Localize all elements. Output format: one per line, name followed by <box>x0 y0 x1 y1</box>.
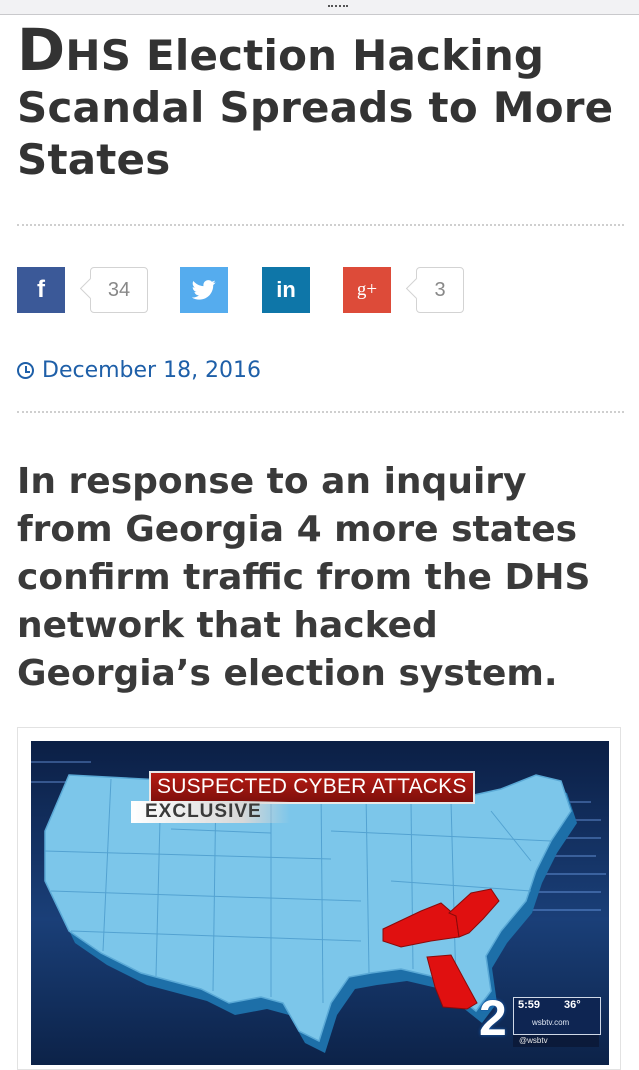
news-banner-exclusive-tag: EXCLUSIVE <box>131 801 290 823</box>
title-drop-cap: D <box>17 16 66 84</box>
news-banner-headline: SUSPECTED CYBER ATTACKS <box>149 771 475 804</box>
toolbar-grip-icon <box>328 0 348 7</box>
google-plus-share-button[interactable]: g+ <box>343 267 391 313</box>
browser-top-bar <box>0 0 639 15</box>
facebook-share-count: 34 <box>90 267 148 313</box>
post-date-text: December 18, 2016 <box>42 357 262 383</box>
twitter-bird-icon <box>192 280 216 300</box>
station-handle: @wsbtv <box>513 1035 599 1047</box>
station-bug: 2 5:59 36° wsbtv.com @wsbtv <box>479 993 607 1049</box>
twitter-share-button[interactable] <box>180 267 228 313</box>
article-title: DHS Election Hacking Scandal Spreads to … <box>17 21 617 186</box>
facebook-share-button[interactable]: f <box>17 267 65 313</box>
share-bar: f 34 in g+ 3 <box>0 267 639 315</box>
station-site: wsbtv.com <box>532 1018 570 1027</box>
divider <box>17 411 624 413</box>
divider <box>17 224 624 226</box>
linkedin-share-button[interactable]: in <box>262 267 310 313</box>
article-lede: In response to an inquiry from Georgia 4… <box>17 461 591 694</box>
clock-icon <box>17 361 34 379</box>
title-text: HS Election Hacking Scandal Spreads to M… <box>17 31 614 184</box>
linkedin-icon: in <box>276 277 296 302</box>
time-temp-box: 5:59 36° wsbtv.com <box>513 997 601 1035</box>
temperature-readout: 36° <box>564 999 581 1011</box>
facebook-count-value: 34 <box>107 278 131 301</box>
post-date[interactable]: December 18, 2016 <box>17 355 261 385</box>
news-broadcast-image[interactable]: SUSPECTED CYBER ATTACKS EXCLUSIVE 2 5:59… <box>31 741 609 1065</box>
time-readout: 5:59 <box>518 999 541 1011</box>
google-plus-count-value: 3 <box>434 278 446 301</box>
google-plus-icon: g+ <box>356 279 378 300</box>
article-image-frame: SUSPECTED CYBER ATTACKS EXCLUSIVE 2 5:59… <box>17 727 621 1070</box>
google-plus-share-count: 3 <box>416 267 464 313</box>
facebook-icon: f <box>37 276 45 303</box>
